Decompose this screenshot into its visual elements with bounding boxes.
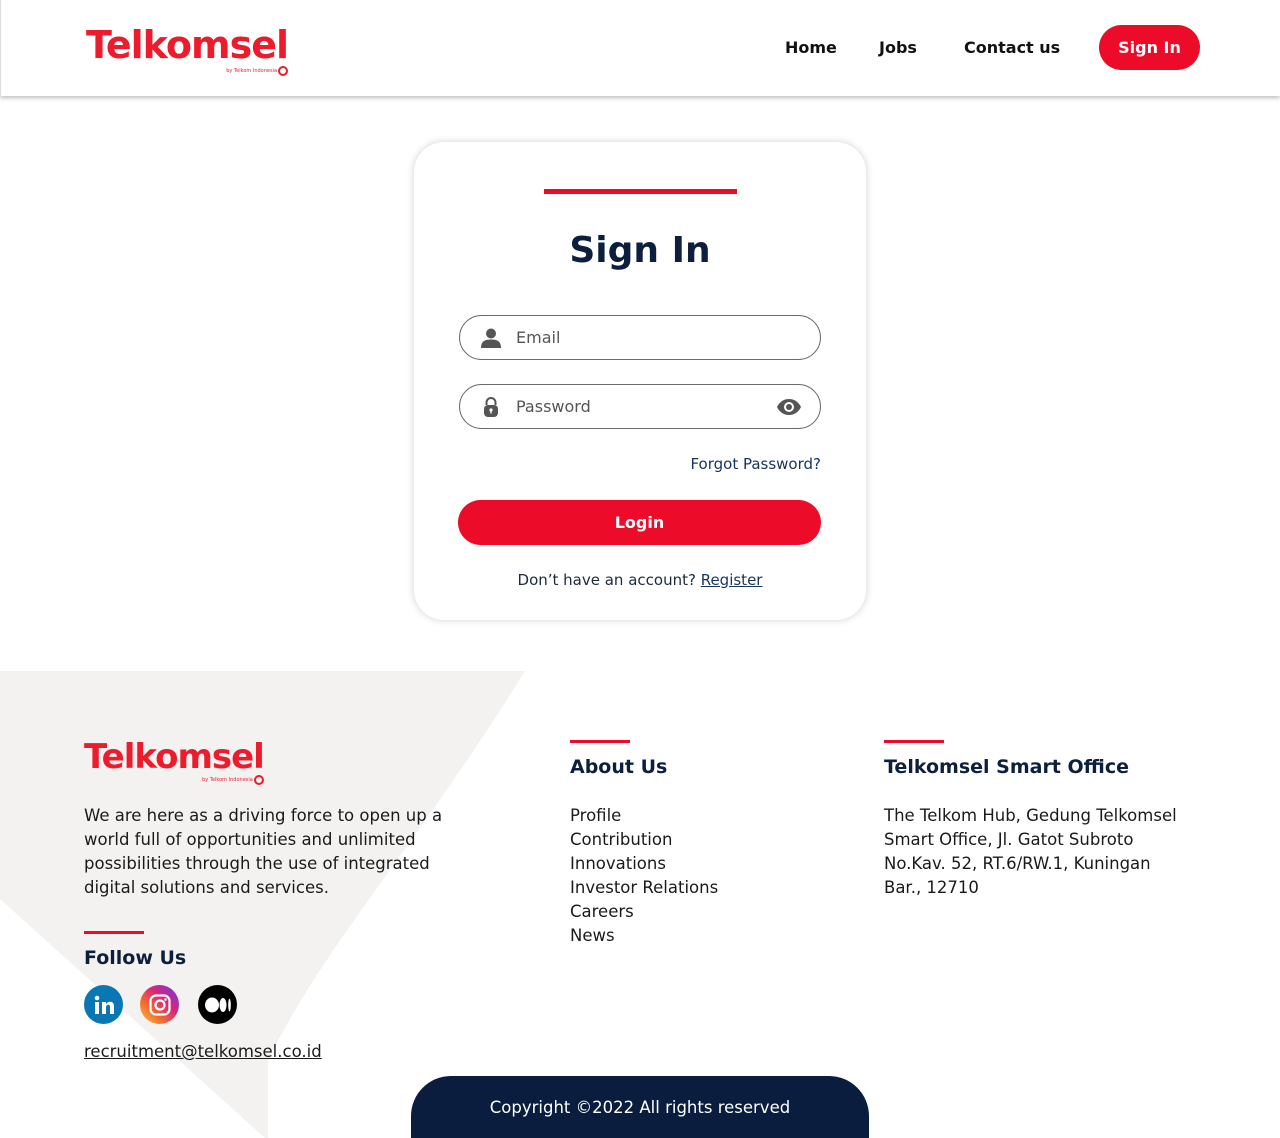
footer-logo-wordmark: Telkomsel — [84, 737, 265, 777]
recruitment-email-link[interactable]: recruitment@telkomsel.co.id — [84, 1042, 322, 1061]
footer-link-contribution[interactable]: Contribution — [570, 830, 672, 849]
footer-link-news[interactable]: News — [570, 926, 615, 945]
footer-logo-tagline: by Telkom Indonesia — [202, 775, 264, 785]
footer-link-innovations[interactable]: Innovations — [570, 854, 666, 873]
nav-home[interactable]: Home — [785, 38, 837, 57]
nav-jobs[interactable]: Jobs — [879, 38, 917, 57]
password-input[interactable] — [516, 385, 766, 428]
footer-telkomsel-logo[interactable]: Telkomsel by Telkom Indonesia — [84, 737, 265, 785]
list-item: Careers — [570, 900, 718, 924]
follow-accent-bar — [84, 931, 144, 934]
footer-link-investor-relations[interactable]: Investor Relations — [570, 878, 718, 897]
password-field[interactable] — [459, 384, 821, 429]
copyright-text: Copyright ©2022 All rights reserved — [489, 1098, 791, 1117]
sign-in-title: Sign In — [569, 230, 711, 271]
telkom-mark-icon — [253, 775, 264, 785]
footer-link-profile[interactable]: Profile — [570, 806, 621, 825]
office-title: Telkomsel Smart Office — [884, 756, 1129, 778]
user-icon — [481, 328, 501, 348]
telkomsel-logo[interactable]: Telkomsel by Telkom Indonesia — [86, 23, 289, 76]
linkedin-icon[interactable] — [84, 985, 123, 1024]
telkom-mark-icon — [278, 66, 289, 76]
instagram-icon[interactable] — [140, 985, 179, 1024]
login-button[interactable]: Login — [458, 500, 821, 545]
sign-in-card: Sign In Forgot Password? Login Don’t hav… — [414, 142, 866, 620]
site-footer: Telkomsel by Telkom Indonesia We are her… — [0, 671, 1280, 1138]
office-address: The Telkom Hub, Gedung Telkomsel Smart O… — [884, 806, 1177, 897]
footer-description: We are here as a driving force to open u… — [84, 806, 443, 897]
list-item: Innovations — [570, 852, 718, 876]
list-item: News — [570, 924, 718, 948]
about-us-links: Profile Contribution Innovations Investo… — [570, 804, 718, 948]
register-link[interactable]: Register — [701, 571, 763, 589]
site-header: Telkomsel by Telkom Indonesia Home Jobs … — [0, 0, 1280, 96]
medium-icon[interactable] — [198, 985, 237, 1024]
list-item: Profile — [570, 804, 718, 828]
forgot-password-link[interactable]: Forgot Password? — [690, 455, 821, 473]
about-us-title: About Us — [570, 756, 668, 778]
medium-glyph — [204, 997, 231, 1012]
card-accent-bar — [544, 189, 737, 194]
logo-tagline: by Telkom Indonesia — [226, 66, 289, 76]
follow-us-title: Follow Us — [84, 947, 187, 969]
logo-wordmark: Telkomsel — [86, 23, 289, 67]
email-input[interactable] — [516, 316, 766, 359]
list-item: Contribution — [570, 828, 718, 852]
eye-icon[interactable] — [776, 397, 802, 417]
header-sign-in-button[interactable]: Sign In — [1099, 25, 1200, 70]
footer-link-careers[interactable]: Careers — [570, 902, 634, 921]
register-prompt: Don’t have an account? Register — [414, 571, 866, 589]
instagram-glyph — [148, 993, 171, 1016]
list-item: Investor Relations — [570, 876, 718, 900]
email-field[interactable] — [459, 315, 821, 360]
no-account-text: Don’t have an account? — [517, 571, 701, 589]
lock-icon — [484, 397, 498, 417]
copyright-bar: Copyright ©2022 All rights reserved — [411, 1076, 869, 1138]
about-accent-bar — [570, 740, 630, 743]
linkedin-glyph — [94, 995, 114, 1014]
office-accent-bar — [884, 740, 944, 743]
nav-contact-us[interactable]: Contact us — [964, 38, 1060, 57]
